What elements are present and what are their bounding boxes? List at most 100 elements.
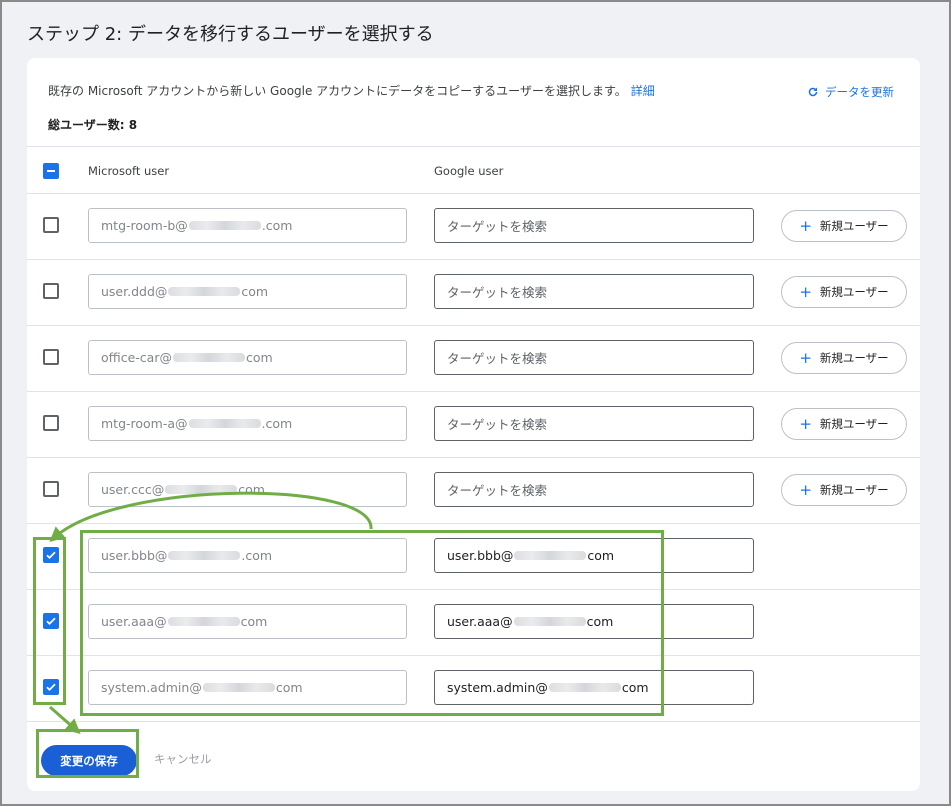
redacted-domain <box>188 419 261 428</box>
microsoft-user-prefix: user.bbb@ <box>101 548 168 563</box>
redacted-domain <box>168 287 241 296</box>
refresh-data-button[interactable]: データを更新 <box>807 84 894 100</box>
google-user-field[interactable]: system.admin@ com <box>434 670 754 705</box>
new-user-label: 新規ユーザー <box>819 483 889 497</box>
column-header-microsoft: Microsoft user <box>88 164 170 178</box>
plus-icon: + <box>799 348 812 367</box>
google-user-field[interactable]: ターゲットを検索 <box>434 406 754 441</box>
target-search-placeholder: ターゲットを検索 <box>447 351 548 366</box>
redacted-domain <box>188 221 261 230</box>
row-checkbox[interactable] <box>43 547 59 563</box>
new-user-label: 新規ユーザー <box>819 219 889 233</box>
row-checkbox[interactable] <box>43 217 59 233</box>
microsoft-user-suffix: com <box>245 350 273 365</box>
google-user-field[interactable]: ターゲットを検索 <box>434 274 754 309</box>
row-divider <box>27 259 920 260</box>
new-user-button[interactable]: + 新規ユーザー <box>781 210 907 242</box>
google-user-prefix: user.aaa@ <box>447 614 513 629</box>
row-divider <box>27 325 920 326</box>
new-user-button[interactable]: + 新規ユーザー <box>781 408 907 440</box>
microsoft-user-suffix: .com <box>241 548 273 563</box>
new-user-label: 新規ユーザー <box>819 351 889 365</box>
microsoft-user-field[interactable]: system.admin@ com <box>88 670 407 705</box>
migration-card: 既存の Microsoft アカウントから新しい Google アカウントにデー… <box>27 58 920 791</box>
microsoft-user-suffix: com <box>275 680 303 695</box>
save-changes-button[interactable]: 変更の保存 <box>41 745 137 776</box>
microsoft-user-suffix: com <box>238 482 265 497</box>
row-divider <box>27 457 920 458</box>
google-user-field[interactable]: ターゲットを検索 <box>434 208 754 243</box>
new-user-label: 新規ユーザー <box>819 417 889 431</box>
row-divider <box>27 721 920 722</box>
microsoft-user-field[interactable]: user.bbb@ .com <box>88 538 407 573</box>
check-icon <box>46 617 56 625</box>
microsoft-user-field[interactable]: office-car@ com <box>88 340 407 375</box>
microsoft-user-prefix: user.aaa@ <box>101 614 167 629</box>
google-user-field[interactable]: ターゲットを検索 <box>434 472 754 507</box>
microsoft-user-prefix: user.ddd@ <box>101 284 168 299</box>
google-user-field[interactable]: user.bbb@ com <box>434 538 754 573</box>
redacted-domain <box>168 551 241 560</box>
microsoft-user-suffix: com <box>240 614 268 629</box>
row-checkbox[interactable] <box>43 679 59 695</box>
microsoft-user-suffix: .com <box>261 416 293 431</box>
redacted-domain <box>202 683 275 692</box>
new-user-button[interactable]: + 新規ユーザー <box>781 342 907 374</box>
google-user-field[interactable]: user.aaa@ com <box>434 604 754 639</box>
check-icon <box>46 551 56 559</box>
microsoft-user-field[interactable]: user.ddd@ com <box>88 274 407 309</box>
cancel-button[interactable]: キャンセル <box>154 751 212 767</box>
row-checkbox[interactable] <box>43 415 59 431</box>
microsoft-user-field[interactable]: mtg-room-b@ .com <box>88 208 407 243</box>
row-divider <box>27 193 920 194</box>
row-checkbox[interactable] <box>43 613 59 629</box>
redacted-domain <box>548 683 621 692</box>
description: 既存の Microsoft アカウントから新しい Google アカウントにデー… <box>48 82 655 99</box>
page-title: ステップ 2: データを移行するユーザーを選択する <box>27 24 434 45</box>
target-search-placeholder: ターゲットを検索 <box>447 285 548 300</box>
google-user-suffix: com <box>587 548 615 563</box>
google-user-prefix: user.bbb@ <box>447 548 514 563</box>
total-users: 総ユーザー数: 8 <box>48 118 138 132</box>
description-text: 既存の Microsoft アカウントから新しい Google アカウントにデー… <box>48 84 627 98</box>
row-divider <box>27 391 920 392</box>
new-user-label: 新規ユーザー <box>819 285 889 299</box>
select-all-checkbox[interactable] <box>43 163 59 179</box>
refresh-data-label: データを更新 <box>825 85 894 99</box>
microsoft-user-field[interactable]: mtg-room-a@ .com <box>88 406 407 441</box>
row-divider <box>27 655 920 656</box>
redacted-domain <box>167 617 240 626</box>
row-divider <box>27 523 920 524</box>
microsoft-user-field[interactable]: user.ccc@ com <box>88 472 407 507</box>
row-checkbox[interactable] <box>43 349 59 365</box>
details-link[interactable]: 詳細 <box>631 84 655 98</box>
redacted-domain <box>513 617 586 626</box>
refresh-icon <box>808 87 818 97</box>
redacted-domain <box>172 353 245 362</box>
target-search-placeholder: ターゲットを検索 <box>447 417 548 432</box>
target-search-placeholder: ターゲットを検索 <box>447 219 548 234</box>
microsoft-user-prefix: office-car@ <box>101 350 172 365</box>
microsoft-user-prefix: system.admin@ <box>101 680 202 695</box>
microsoft-user-field[interactable]: user.aaa@ com <box>88 604 407 639</box>
google-user-field[interactable]: ターゲットを検索 <box>434 340 754 375</box>
column-header-google: Google user <box>434 164 504 178</box>
microsoft-user-suffix: com <box>241 284 269 299</box>
new-user-button[interactable]: + 新規ユーザー <box>781 276 907 308</box>
microsoft-user-suffix: .com <box>261 218 293 233</box>
plus-icon: + <box>799 480 812 499</box>
google-user-suffix: com <box>621 680 649 695</box>
plus-icon: + <box>799 216 812 235</box>
target-search-placeholder: ターゲットを検索 <box>447 483 548 498</box>
google-user-prefix: system.admin@ <box>447 680 548 695</box>
row-divider <box>27 589 920 590</box>
microsoft-user-prefix: user.ccc@ <box>101 482 165 497</box>
row-checkbox[interactable] <box>43 283 59 299</box>
row-checkbox[interactable] <box>43 481 59 497</box>
new-user-button[interactable]: + 新規ユーザー <box>781 474 907 506</box>
microsoft-user-prefix: mtg-room-a@ <box>101 416 188 431</box>
google-user-suffix: com <box>586 614 614 629</box>
plus-icon: + <box>799 414 812 433</box>
redacted-domain <box>165 485 238 494</box>
divider <box>27 146 920 147</box>
